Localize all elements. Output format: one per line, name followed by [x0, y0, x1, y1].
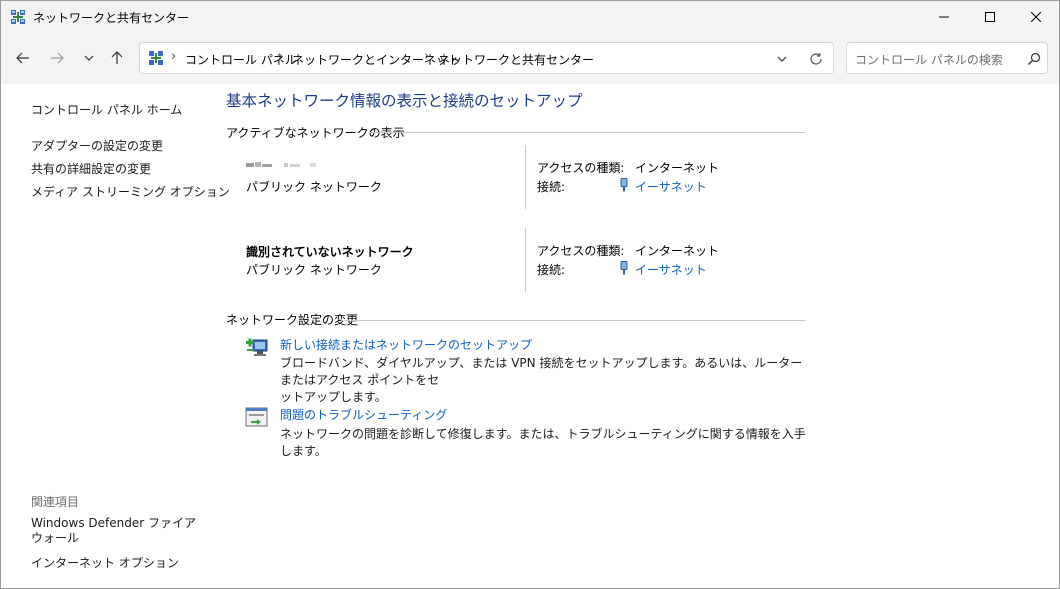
troubleshoot-problems-link[interactable]: 問題のトラブルシューティング	[280, 406, 447, 423]
sidebar-windows-defender-firewall[interactable]: Windows Defender ファイアウォール	[31, 516, 201, 546]
breadcrumb-separator[interactable]: ›	[171, 49, 176, 64]
sidebar-advanced-sharing-settings[interactable]: 共有の詳細設定の変更	[31, 160, 151, 177]
network-2-access-label: アクセスの種類:	[537, 244, 625, 258]
network-1-access-value: インターネット	[635, 161, 720, 175]
change-settings-heading: ネットワーク設定の変更	[226, 313, 359, 327]
sidebar-control-panel-home[interactable]: コントロール パネル ホーム	[31, 101, 182, 118]
minimize-button[interactable]	[921, 1, 967, 32]
sidebar-internet-options[interactable]: インターネット オプション	[31, 554, 179, 571]
back-button[interactable]	[11, 48, 35, 68]
troubleshoot-problems-description: ネットワークの問題を診断して修復します。または、トラブルシューティングに関する情…	[280, 426, 806, 460]
new-connection-icon	[246, 338, 268, 356]
refresh-icon	[810, 53, 822, 65]
recent-locations-button[interactable]	[77, 48, 101, 68]
arrow-right-icon	[51, 52, 64, 64]
search-box[interactable]: コントロール パネルの検索	[846, 42, 1048, 74]
search-icon	[1028, 52, 1041, 65]
section-divider	[341, 320, 805, 321]
network-2-access-value: インターネット	[635, 244, 720, 258]
network-center-icon	[11, 10, 25, 24]
arrow-left-icon	[16, 52, 29, 64]
ethernet-icon	[620, 178, 628, 192]
network-1-access-label: アクセスの種類:	[537, 161, 625, 175]
redacted-network-name	[246, 162, 316, 167]
setup-new-connection-desc-line-2: ットアップします。	[280, 390, 387, 404]
sidebar-media-streaming-options[interactable]: メディア ストリーミング オプション	[31, 183, 230, 200]
refresh-button[interactable]	[806, 49, 826, 69]
sidebar-change-adapter-settings[interactable]: アダプターの設定の変更	[31, 137, 163, 154]
maximize-icon	[985, 11, 995, 22]
ethernet-icon	[620, 261, 628, 275]
chevron-down-icon	[777, 56, 787, 62]
window: ネットワークと共有センター › コントロール パネル › ネットワークとインター…	[0, 0, 1060, 589]
network-1-type: パブリック ネットワーク	[246, 180, 382, 194]
search-placeholder: コントロール パネルの検索	[855, 53, 1003, 67]
address-history-button[interactable]	[774, 51, 790, 67]
navigation-bar: › コントロール パネル › ネットワークとインターネット › ネットワークと共…	[1, 32, 1059, 84]
setup-new-connection-link[interactable]: 新しい接続またはネットワークのセットアップ	[280, 336, 532, 353]
network-1-ethernet-link[interactable]: イーサネット	[635, 178, 707, 195]
setup-new-connection-desc-line-1: ブロードバンド、ダイヤルアップ、または VPN 接続をセットアップします。あるい…	[280, 356, 803, 387]
close-icon	[1031, 11, 1041, 22]
address-bar[interactable]: › コントロール パネル › ネットワークとインターネット › ネットワークと共…	[139, 42, 834, 74]
network-2-connection-label: 接続:	[537, 263, 566, 277]
setup-new-connection-description: ブロードバンド、ダイヤルアップ、または VPN 接続をセットアップします。あるい…	[280, 355, 806, 406]
forward-button[interactable]	[45, 48, 69, 68]
up-button[interactable]	[105, 48, 129, 68]
close-button[interactable]	[1013, 1, 1059, 32]
network-2-ethernet-link[interactable]: イーサネット	[635, 261, 707, 278]
chevron-down-icon	[84, 55, 94, 61]
breadcrumb-network-sharing-center[interactable]: ネットワークと共有センター	[438, 51, 594, 68]
maximize-button[interactable]	[967, 1, 1013, 32]
window-title: ネットワークと共有センター	[33, 11, 190, 25]
control-panel-icon	[149, 51, 163, 65]
network-2-divider	[525, 228, 526, 292]
breadcrumb-separator[interactable]: ›	[424, 49, 429, 64]
network-1-connection-label: 接続:	[537, 180, 566, 194]
troubleshoot-icon	[245, 407, 268, 427]
troubleshoot-desc-line-1: ネットワークの問題を診断して修復します。または、トラブルシューティングに関する情…	[280, 427, 806, 458]
network-2-type: パブリック ネットワーク	[246, 263, 382, 277]
page-title: 基本ネットワーク情報の表示と接続のセットアップ	[226, 92, 583, 110]
related-heading: 関連項目	[31, 495, 80, 509]
network-1-divider	[525, 145, 526, 209]
network-2-name: 識別されていないネットワーク	[246, 245, 414, 259]
section-divider	[369, 132, 805, 133]
arrow-up-icon	[111, 51, 123, 64]
breadcrumb-separator[interactable]: ›	[278, 49, 283, 64]
minimize-icon	[939, 16, 949, 17]
title-bar: ネットワークと共有センター	[1, 1, 1059, 32]
breadcrumb-network-internet[interactable]: ネットワークとインターネット	[292, 51, 460, 68]
